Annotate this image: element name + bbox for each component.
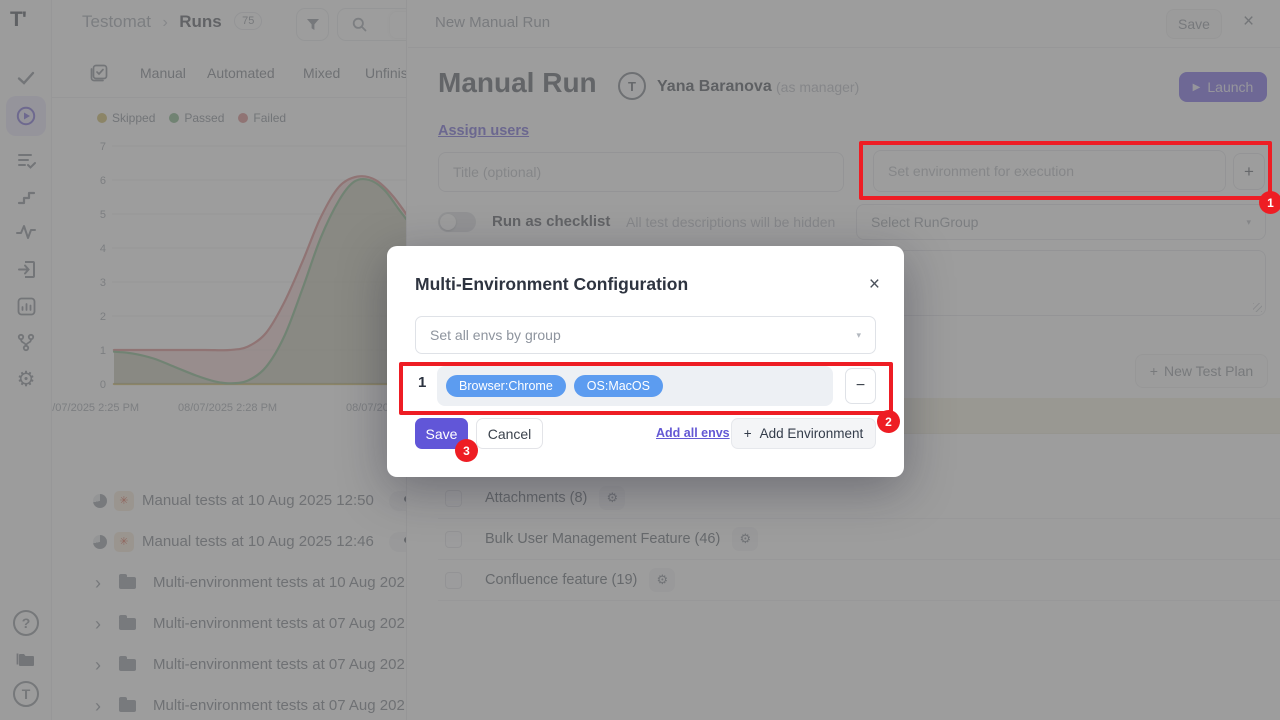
- add-environment-row-button[interactable]: + Add Environment: [731, 418, 876, 449]
- annotation-badge-1: 1: [1259, 191, 1280, 214]
- app-window: T' ⚙ ?: [0, 0, 1280, 720]
- plus-icon: +: [744, 426, 752, 441]
- add-all-envs-link[interactable]: Add all envs: [656, 426, 730, 440]
- annotation-badge-2: 2: [877, 410, 900, 433]
- chevron-down-icon: ▾: [856, 330, 861, 341]
- annotation-box-2: [399, 362, 893, 415]
- modal-close-icon[interactable]: ×: [869, 274, 880, 296]
- env-group-select[interactable]: Set all envs by group ▾: [415, 316, 876, 354]
- annotation-badge-3: 3: [455, 439, 478, 462]
- modal-cancel-button[interactable]: Cancel: [476, 418, 543, 449]
- annotation-box-1: [859, 141, 1272, 200]
- env-group-placeholder: Set all envs by group: [430, 327, 561, 343]
- add-environment-label: Add Environment: [760, 426, 864, 441]
- modal-title: Multi-Environment Configuration: [415, 274, 688, 295]
